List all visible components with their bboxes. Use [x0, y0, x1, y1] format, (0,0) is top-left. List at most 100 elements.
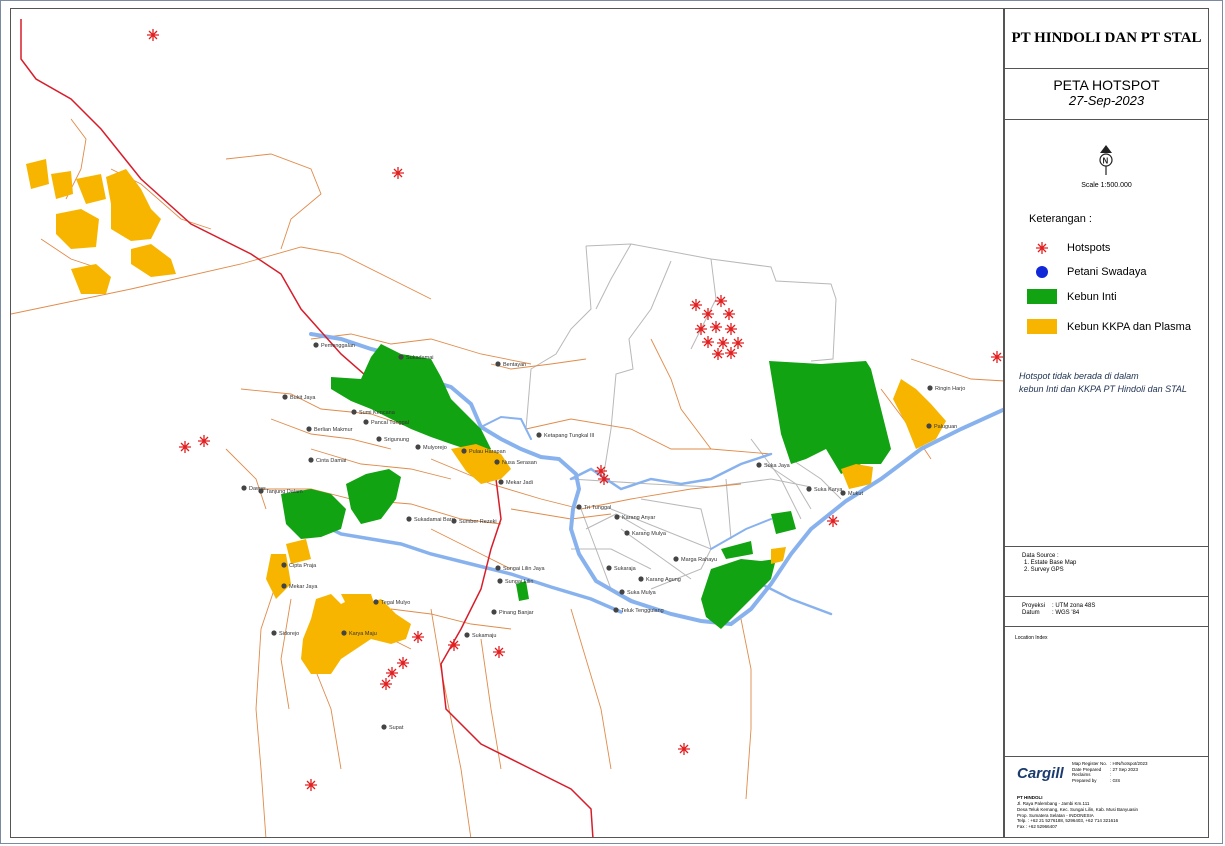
village-marker: Sumi Kencana — [351, 409, 396, 416]
legend-box: N Scale 1:500.000 Keterangan : Hotspots … — [1005, 120, 1208, 547]
legend-item-kebun-inti: Kebun Inti — [1027, 289, 1117, 304]
projection-box: Proyeksi: UTM zona 48S Datum: WGS '84 — [1005, 597, 1208, 627]
village-label: Mukut — [848, 491, 863, 497]
company-line: Desa Teluk Kemang, Kec. Sungai Lilin, Ka… — [1017, 806, 1138, 812]
village-marker: Teluk Tenggulang — [613, 607, 664, 614]
village-label: Sidorejo — [279, 631, 299, 637]
village-marker: Sukamaju — [464, 632, 496, 639]
hotspot-marker — [717, 337, 729, 349]
legend-label: Kebun Inti — [1067, 290, 1117, 303]
village-label: Karang Anyar — [622, 515, 655, 521]
map-info: Map Register No.: HIN/hotspot/2023 Date … — [1072, 761, 1148, 783]
legend-item-hotspots: Hotspots — [1027, 240, 1110, 256]
subtitle-box: PETA HOTSPOT 27-Sep-2023 — [1005, 69, 1208, 120]
projection-value: UTM zona 48S — [1055, 603, 1096, 609]
village-label: Berlian Makmur — [314, 427, 353, 433]
village-marker: Suka Jaya — [756, 462, 791, 469]
hotspot-marker — [412, 631, 424, 643]
village-label: Cinta Damai — [316, 458, 346, 464]
scale-label: Scale 1:500.000 — [1081, 182, 1132, 189]
village-marker: Pinang Banjar — [491, 609, 534, 616]
hotspot-marker — [493, 646, 505, 658]
kebun-inti-areas — [281, 344, 891, 629]
blue-dot-icon — [1027, 264, 1057, 280]
hotspot-marker — [198, 435, 210, 447]
green-swatch-icon — [1027, 289, 1057, 304]
hotspot-marker — [702, 336, 714, 348]
map-info-label: Prepared by — [1072, 777, 1097, 783]
village-marker: Tanjung Dalam — [258, 488, 303, 495]
legend-label: Kebun KKPA dan Plasma — [1067, 320, 1191, 333]
village-label: Sukamaju — [472, 633, 496, 639]
company-address: PT HINDOLI Jl. Raya Palembang - Jambi Km… — [1017, 795, 1138, 830]
hotspot-marker — [732, 337, 744, 349]
village-label: Sumber Rezeki — [459, 519, 497, 525]
hotspot-note: Hotspot tidak berada di dalam kebun Inti… — [1019, 370, 1187, 395]
company-line: Fax : +62 52966407 — [1017, 824, 1058, 830]
legend-heading: Keterangan : — [1029, 213, 1092, 225]
data-source-heading: Data Source : — [1022, 553, 1059, 559]
village-label: Sumi Kencana — [359, 410, 396, 416]
hotspot-marker — [702, 308, 714, 320]
hotspot-marker — [695, 323, 707, 335]
village-marker: Karang Agung — [638, 576, 681, 583]
village-label: Mekar Jaya — [289, 584, 318, 590]
map-info-value: HIN/hotspot/2023 — [1112, 761, 1148, 766]
hotspot-marker — [991, 351, 1003, 363]
village-label: Supat — [389, 725, 404, 731]
village-marker: Bukit Jaya — [282, 394, 316, 401]
legend-label: Hotspots — [1067, 242, 1111, 254]
village-marker: Suka Mulya — [619, 589, 657, 596]
village-label: Mulyorejo — [423, 445, 447, 451]
village-marker: Mukut — [840, 490, 863, 497]
hotspot-marker — [690, 299, 702, 311]
village-label: Karang Mulya — [632, 531, 667, 537]
village-marker: Sukadamai Baru — [406, 516, 455, 523]
note-line: kebun Inti dan KKPA PT Hindoli dan STAL — [1019, 383, 1187, 394]
village-label: Sungai Lilin Jaya — [503, 566, 546, 572]
village-marker: Pemenggalan — [313, 342, 355, 349]
village-marker: Mekar Jadi — [498, 479, 533, 486]
map-info-value: GIS — [1112, 777, 1121, 783]
village-marker: Mulyorejo — [415, 444, 447, 451]
village-label: Teluk Tenggulang — [621, 608, 664, 614]
hotspot-marker — [392, 167, 404, 179]
village-label: Pulau Harapan — [469, 449, 506, 455]
village-label: Bentayan — [503, 362, 526, 368]
yellow-swatch-icon — [1027, 319, 1057, 334]
hotspot-marker — [715, 295, 727, 307]
map-info-value: 27 Sep 2023 — [1112, 766, 1139, 772]
village-label: Sungai Lilin — [505, 579, 533, 585]
village-label: Sukaraja — [614, 566, 637, 572]
village-label: Paluguan — [934, 424, 957, 430]
map-canvas: Pemenggalan Sukadamai Bentayan Bukit Jay… — [11, 19, 1003, 837]
village-marker: Srigunung — [376, 436, 409, 443]
village-label: Suka Jaya — [764, 463, 791, 469]
hotspot-marker — [397, 657, 409, 669]
legend-item-petani-swadaya: Petani Swadaya — [1027, 264, 1147, 280]
village-label: Ketapang Tungkal III — [544, 433, 595, 439]
village-label: Mekar Jadi — [506, 480, 533, 486]
village-label: Tri Tunggal — [584, 505, 611, 511]
datum-value: WGS '84 — [1055, 610, 1080, 617]
village-marker: Suka Karya — [806, 486, 843, 493]
village-marker: Cinta Damai — [308, 457, 346, 464]
village-marker: Pancal Tunggal — [363, 419, 409, 426]
map-legend-panel: PT HINDOLI DAN PT STAL PETA HOTSPOT 27-S… — [1004, 8, 1209, 838]
village-marker: Sungai Lilin Jaya — [495, 565, 546, 572]
location-index-box: Location Index — [1005, 627, 1208, 757]
map-area[interactable]: Pemenggalan Sukadamai Bentayan Bukit Jay… — [10, 8, 1004, 838]
village-label: Sukadamai — [406, 355, 434, 361]
title-box: PT HINDOLI DAN PT STAL — [1005, 9, 1208, 69]
village-label: Suka Karya — [814, 487, 843, 493]
village-label: Pancal Tunggal — [371, 420, 409, 426]
village-label: Cipta Praja — [289, 563, 317, 569]
hotspot-marker — [723, 308, 735, 320]
location-index-label: Location Index — [1015, 635, 1048, 641]
village-marker: Karang Anyar — [614, 514, 655, 521]
projection-label: Proyeksi — [1022, 603, 1046, 609]
hotspot-marker — [678, 743, 690, 755]
village-label: Tegal Mulyo — [381, 600, 410, 606]
village-marker: Supat — [381, 724, 404, 731]
datum-label: Datum — [1022, 610, 1040, 617]
